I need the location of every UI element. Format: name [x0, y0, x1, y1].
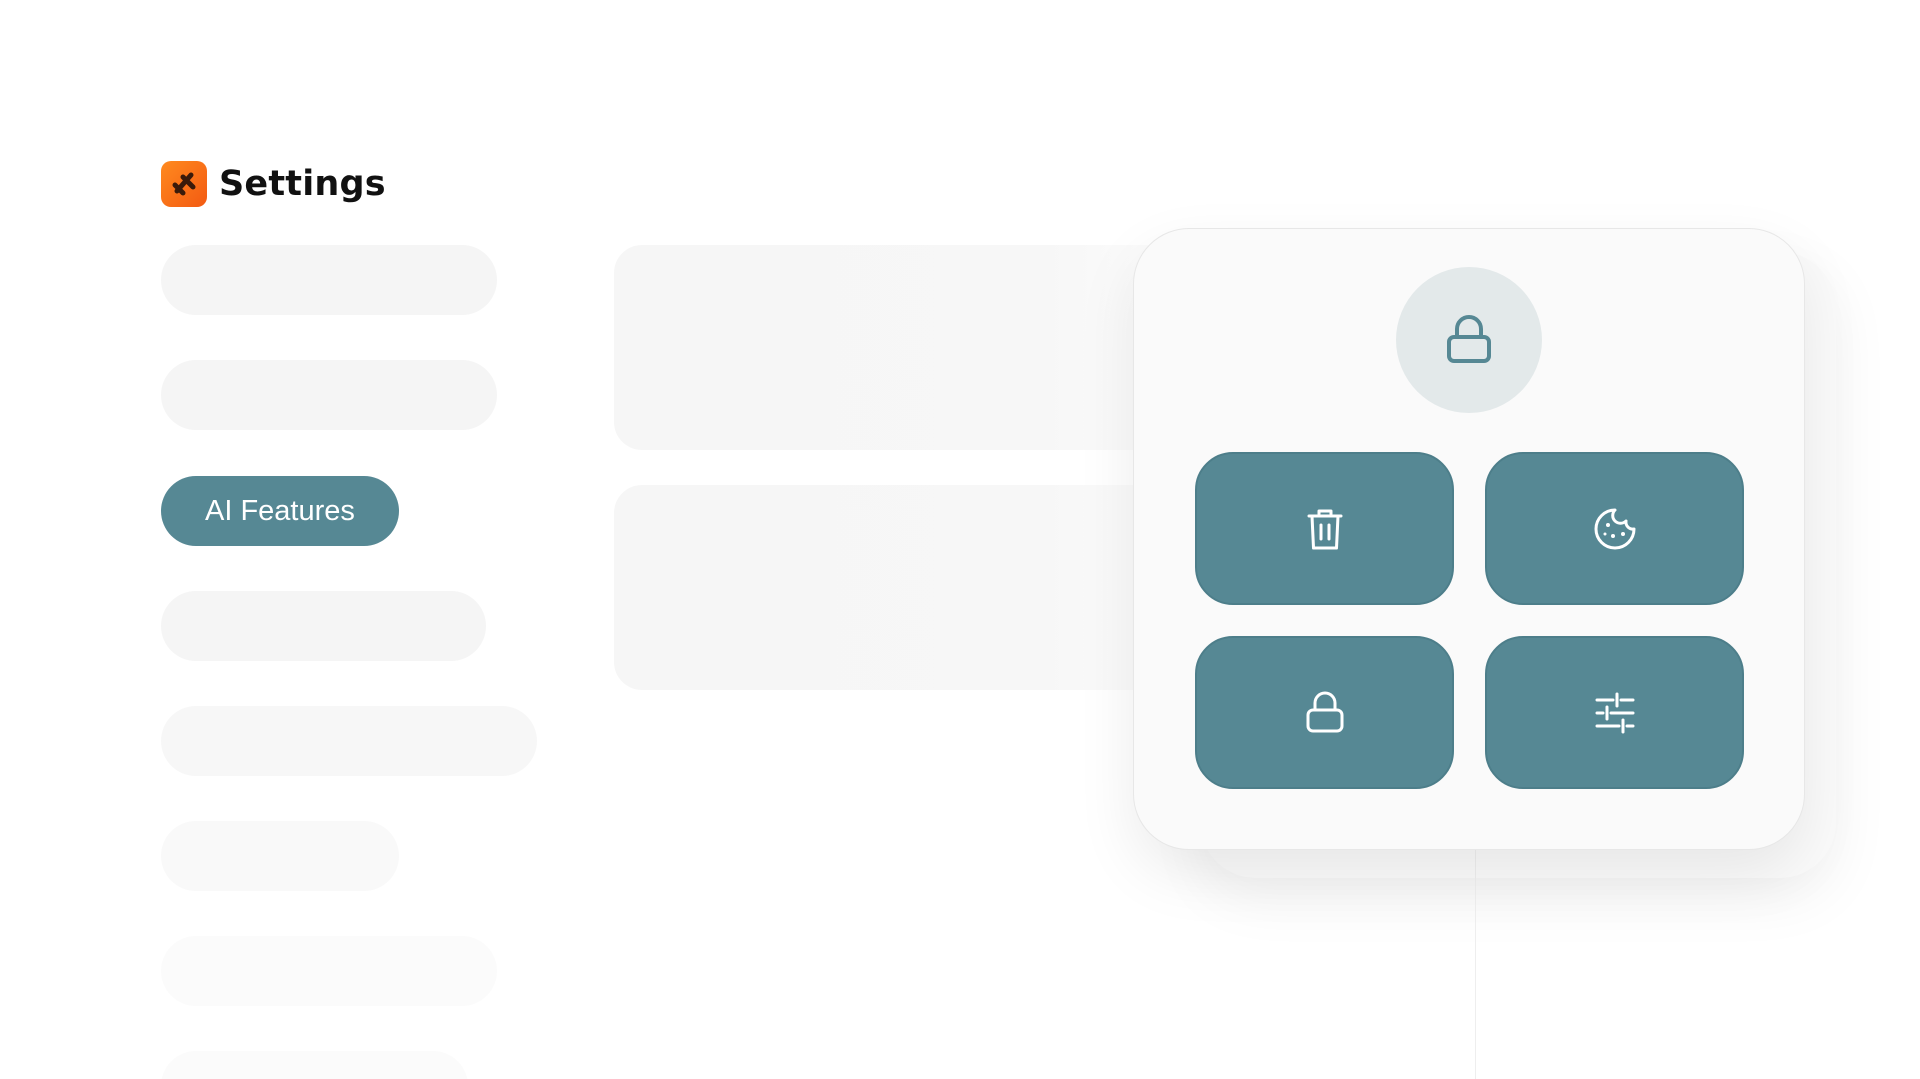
sidebar-item-label: AI Features [205, 494, 355, 527]
settings-screen: Settings AI Features [0, 0, 1920, 1079]
sidebar-item-placeholder[interactable] [161, 936, 497, 1006]
cookie-icon [1594, 508, 1635, 549]
trash-icon [1307, 509, 1342, 549]
lock-icon [1396, 267, 1542, 413]
sidebar-item-placeholder[interactable] [161, 706, 537, 776]
divider [1475, 850, 1476, 1079]
sidebar-item-ai-features[interactable]: AI Features [161, 476, 399, 546]
sidebar-item-placeholder[interactable] [161, 1051, 468, 1079]
sidebar-item-placeholder[interactable] [161, 360, 497, 430]
sidebar-item-placeholder[interactable] [161, 591, 486, 661]
clear-data-button[interactable] [1195, 452, 1454, 605]
sliders-icon [1595, 692, 1634, 733]
header: Settings [161, 161, 386, 207]
preferences-button[interactable] [1485, 636, 1744, 789]
security-button[interactable] [1195, 636, 1454, 789]
cookies-button[interactable] [1485, 452, 1744, 605]
sidebar-item-placeholder[interactable] [161, 821, 399, 891]
app-logo-icon [161, 161, 207, 207]
privacy-card [1133, 228, 1805, 850]
page-title: Settings [219, 164, 386, 204]
lock-icon [1306, 691, 1343, 732]
sidebar-item-placeholder[interactable] [161, 245, 497, 315]
